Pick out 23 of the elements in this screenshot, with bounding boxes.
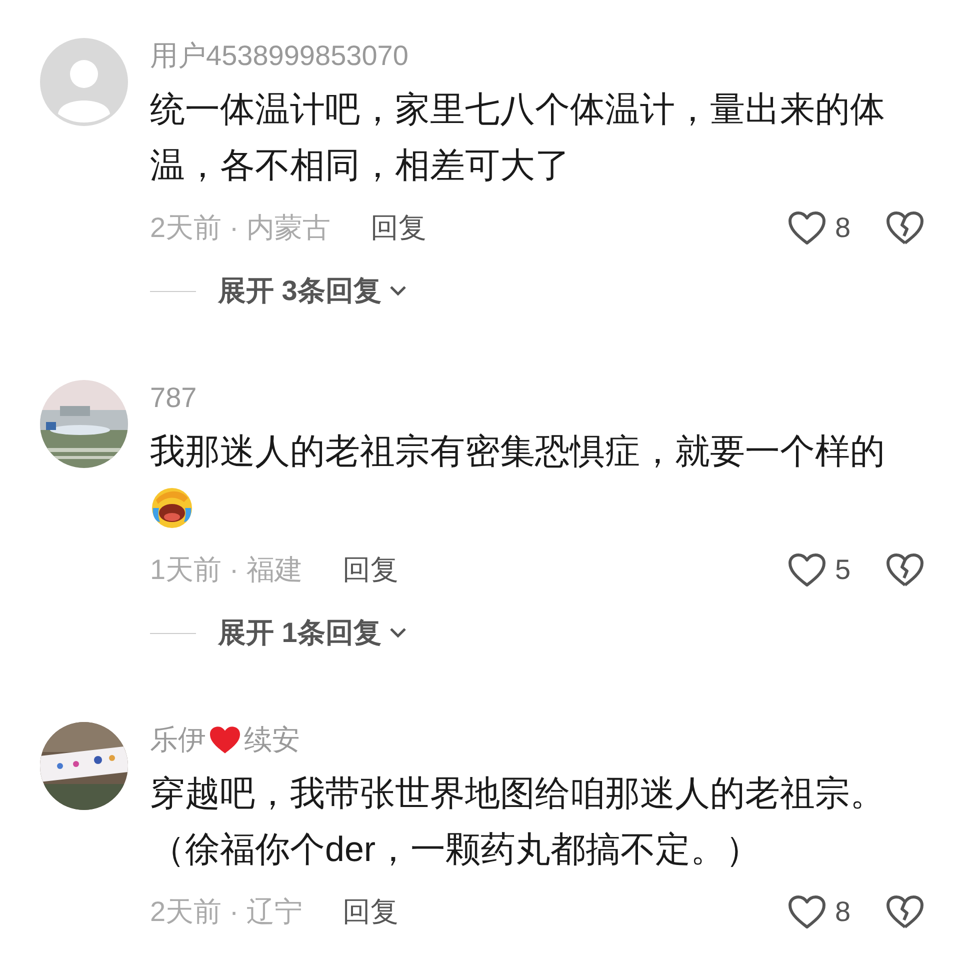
broken-heart-icon[interactable] [885,210,925,246]
reply-button[interactable]: 回复 [370,207,426,249]
like-count: 8 [835,895,852,929]
like-icon[interactable] [787,210,827,246]
comment-text: 穿越吧，我带张世界地图给咱那迷人的老祖宗。（徐福你个der，一颗药丸都搞不定。） [150,773,886,871]
heart-icon [208,725,242,755]
comment-text: 统一体温计吧，家里七八个体温计，量出来的体温，各不相同，相差可大了 [150,89,886,187]
expand-replies-button[interactable]: 展开 1条回复 [218,612,408,654]
chevron-down-icon [389,627,408,639]
expand-replies-button[interactable]: 展开 3条回复 [218,270,408,312]
reply-button[interactable]: 回复 [342,891,398,933]
comment-meta: 2天前 · 辽宁 [150,895,302,929]
comment-meta: 1天前 · 福建 [150,553,302,587]
comment-text: 我那迷人的老祖宗有密集恐惧症，就要一个样的 [150,431,886,473]
reply-button[interactable]: 回复 [342,549,398,591]
chevron-down-icon [389,285,408,297]
like-icon[interactable] [787,894,827,930]
broken-heart-icon[interactable] [885,894,925,930]
like-count: 8 [835,211,852,245]
broken-heart-icon[interactable] [885,552,925,588]
like-count: 5 [835,553,852,587]
comment-meta: 2天前 · 内蒙古 [150,211,330,245]
like-icon[interactable] [787,552,827,588]
